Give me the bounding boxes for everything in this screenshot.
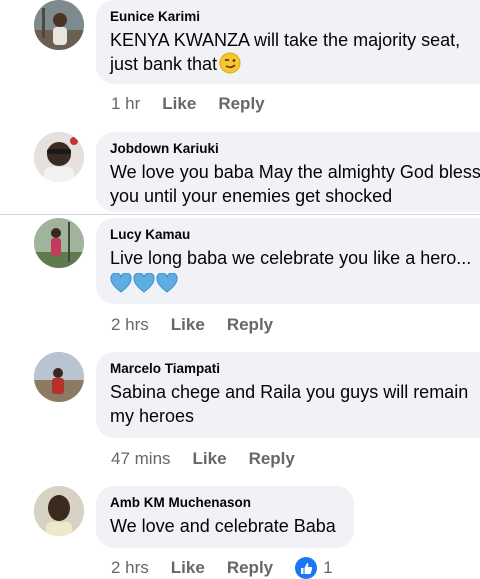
comment-author[interactable]: Lucy Kamau <box>110 227 466 242</box>
blue-heart-icon <box>133 273 155 293</box>
comment-text-line: Sabina chege and Raila you guys will rem… <box>110 382 469 402</box>
comment-bubble: Eunice Karimi KENYA KWANZA will take the… <box>96 0 480 84</box>
profile-photo <box>34 132 84 182</box>
comment-text-line: you until your enemies get shocked <box>110 186 393 206</box>
profile-photo <box>34 218 84 268</box>
comment-text-line: Live long baba we celebrate you like a h… <box>110 248 472 268</box>
avatar[interactable] <box>34 0 84 50</box>
thumbs-up-icon <box>295 557 318 579</box>
comment-time[interactable]: 2 hrs <box>111 558 149 578</box>
comment-time[interactable]: 2 hrs <box>111 315 149 335</box>
avatar[interactable] <box>34 218 84 268</box>
like-button[interactable]: Like <box>162 94 196 114</box>
comment-bubble: Jobdown Kariuki We love you baba May the… <box>96 132 480 212</box>
profile-photo <box>34 0 84 50</box>
like-button[interactable]: Like <box>171 558 205 578</box>
comment-author[interactable]: Jobdown Kariuki <box>110 141 466 156</box>
comment-time[interactable]: 1 hr <box>111 94 140 114</box>
reaction-count: 1 <box>323 558 333 577</box>
comment-time[interactable]: 47 mins <box>111 449 171 469</box>
comment-actions: 47 mins Like Reply <box>111 449 295 469</box>
reply-button[interactable]: Reply <box>218 94 264 114</box>
reply-button[interactable]: Reply <box>227 315 273 335</box>
profile-photo <box>34 352 84 402</box>
comment-actions: 1 hr Like Reply <box>111 94 265 114</box>
comment-text-line: just bank that <box>110 54 218 74</box>
blue-heart-emojis <box>110 273 466 294</box>
comment-author[interactable]: Amb KM Muchenason <box>110 495 340 510</box>
like-button[interactable]: Like <box>171 315 205 335</box>
reply-button[interactable]: Reply <box>227 558 273 578</box>
profile-photo <box>34 486 84 536</box>
avatar[interactable] <box>34 132 84 182</box>
thread-divider <box>0 214 480 215</box>
comment-text-line: my heroes <box>110 406 195 426</box>
avatar[interactable] <box>34 486 84 536</box>
comment-bubble: Lucy Kamau Live long baba we celebrate y… <box>96 218 480 304</box>
comment-text-line: KENYA KWANZA will take the majority seat… <box>110 30 461 50</box>
comment-bubble: Marcelo Tiampati Sabina chege and Raila … <box>96 352 480 438</box>
comment-author[interactable]: Eunice Karimi <box>110 9 466 24</box>
comment-actions: 2 hrs Like Reply <box>111 315 273 335</box>
avatar[interactable] <box>34 352 84 402</box>
comment-text-line: We love and celebrate Baba <box>110 516 336 536</box>
comment-bubble: Amb KM Muchenason We love and celebrate … <box>96 486 354 548</box>
comment-actions: 2 hrs Like Reply 1 <box>111 557 333 579</box>
reply-button[interactable]: Reply <box>249 449 295 469</box>
blue-heart-icon <box>156 273 178 293</box>
comment-text-line: We love you baba May the almighty God bl… <box>110 162 480 182</box>
reaction-summary[interactable]: 1 <box>295 557 333 579</box>
smirk-wink-emoji-icon <box>219 52 241 80</box>
comment-author[interactable]: Marcelo Tiampati <box>110 361 466 376</box>
like-button[interactable]: Like <box>193 449 227 469</box>
blue-heart-icon <box>110 273 132 293</box>
